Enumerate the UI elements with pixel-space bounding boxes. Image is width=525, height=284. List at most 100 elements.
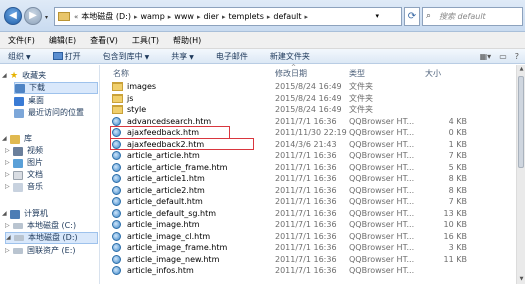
documents-icon <box>13 170 23 180</box>
vertical-scrollbar[interactable]: ▲ ▼ <box>516 65 525 284</box>
nav-downloads[interactable]: 下载 <box>14 82 98 94</box>
file-row[interactable]: article_image_frame.htm 2011/7/1 16:36 QQB… <box>101 242 515 253</box>
share-button[interactable]: 共享 ▼ <box>171 51 194 62</box>
column-header-date[interactable]: 修改日期 <box>275 68 307 79</box>
menu-file[interactable]: 文件(F) <box>8 35 35 46</box>
breadcrumb-item[interactable]: templets <box>228 12 263 21</box>
breadcrumb-chevron-icon[interactable]: ▸ <box>222 13 226 21</box>
file-type: QQBrowser HT... <box>349 162 415 172</box>
column-header-type[interactable]: 类型 <box>349 68 365 79</box>
nav-libraries[interactable]: ◢ 库 <box>2 133 32 145</box>
search-icon: ⌕ <box>426 11 432 21</box>
include-in-library-button[interactable]: 包含到库中 ▼ <box>103 51 150 62</box>
email-button[interactable]: 电子邮件 <box>216 51 248 62</box>
organize-label: 组织 <box>8 51 24 61</box>
expand-chevron-icon[interactable]: ▷ <box>5 169 13 181</box>
expand-chevron-icon[interactable]: ▷ <box>5 157 13 169</box>
breadcrumb-chevron-icon[interactable]: ▸ <box>197 13 201 21</box>
file-row[interactable]: article_infos.htm 2011/7/1 16:36 QQBrowser… <box>101 265 515 276</box>
file-row[interactable]: article_article.htm 2011/7/1 16:36 QQBrows… <box>101 150 515 161</box>
file-row[interactable]: article_article1.htm 2011/7/1 16:36 QQBrow… <box>101 173 515 184</box>
file-row[interactable]: article_default.htm 2011/7/1 16:36 QQBrows… <box>101 196 515 207</box>
file-row[interactable]: article_image.htm 2011/7/1 16:36 QQBrowser… <box>101 219 515 230</box>
address-input[interactable]: « 本地磁盘 (D:) ▸ wamp ▸ www ▸ dier ▸ temple… <box>54 7 402 26</box>
breadcrumb-item[interactable]: dier <box>203 12 219 21</box>
file-name: images <box>127 82 157 91</box>
nav-videos[interactable]: ▷ 视频 <box>5 145 43 157</box>
file-size: 7 KB <box>448 197 467 206</box>
file-date: 2014/3/6 21:43 <box>275 139 337 149</box>
folder-row[interactable]: images 2015/8/24 16:49 文件夹 <box>101 81 515 92</box>
view-options-icon[interactable]: ▦▾ <box>480 52 492 61</box>
qqbrowser-html-icon <box>112 151 121 160</box>
nav-computer[interactable]: ◢ 计算机 <box>2 208 48 220</box>
expand-chevron-icon[interactable]: ▷ <box>5 181 13 193</box>
file-row[interactable]: article_default_sg.htm 2011/7/1 16:36 QQBr… <box>101 208 515 219</box>
expand-chevron-icon[interactable]: ▷ <box>5 220 13 232</box>
breadcrumb-chevron-icon[interactable]: ▸ <box>134 13 138 21</box>
help-icon[interactable]: ? <box>515 52 519 61</box>
folder-row[interactable]: js 2015/8/24 16:49 文件夹 <box>101 93 515 104</box>
folder-icon <box>112 105 123 114</box>
file-date: 2011/7/1 16:36 <box>275 116 337 126</box>
menu-view[interactable]: 查看(V) <box>90 35 118 46</box>
qqbrowser-html-icon <box>112 116 121 126</box>
expand-chevron-icon[interactable]: ◢ <box>6 232 14 244</box>
breadcrumb-chevron-icon[interactable]: ▸ <box>305 13 309 21</box>
nav-pictures[interactable]: ▷ 图片 <box>5 157 43 169</box>
nav-drive-d[interactable]: ◢ 本地磁盘 (D:) <box>5 232 98 244</box>
file-size: 8 KB <box>448 174 467 183</box>
file-row[interactable]: advancedsearch.htm 2011/7/1 16:36 QQBrowse… <box>101 116 515 127</box>
file-size: 3 KB <box>448 243 467 252</box>
address-bar-region: ◀ ▶ ▾ « 本地磁盘 (D:) ▸ wamp ▸ www ▸ dier ▸ … <box>0 0 525 32</box>
preview-pane-icon[interactable]: ▭ <box>499 52 507 61</box>
file-date: 2011/7/1 16:36 <box>275 162 337 172</box>
scroll-down-arrow-icon[interactable]: ▼ <box>517 275 525 284</box>
breadcrumb-item[interactable]: wamp <box>140 12 164 21</box>
file-row[interactable]: article_article_frame.htm 2011/7/1 16:36 Q… <box>101 162 515 173</box>
breadcrumb-item[interactable]: 本地磁盘 (D:) <box>81 11 131 22</box>
expand-chevron-icon[interactable]: ▷ <box>5 245 13 257</box>
refresh-button[interactable]: ⟳ <box>404 7 420 26</box>
expand-chevron-icon[interactable]: ◢ <box>2 70 10 82</box>
expand-chevron-icon[interactable]: ◢ <box>2 133 10 145</box>
column-header-name[interactable]: 名称 <box>113 68 129 79</box>
organize-button[interactable]: 组织 ▼ <box>8 51 31 62</box>
nav-favorites[interactable]: ◢ ★ 收藏夹 <box>2 70 46 82</box>
file-type: QQBrowser HT... <box>349 128 415 137</box>
menu-tools[interactable]: 工具(T) <box>132 35 159 46</box>
new-folder-button[interactable]: 新建文件夹 <box>270 51 310 62</box>
address-history-chevron-down-icon[interactable]: ▾ <box>375 12 379 20</box>
breadcrumb-chevron-icon[interactable]: ▸ <box>168 13 172 21</box>
breadcrumb-item-current[interactable]: default <box>273 12 301 21</box>
forward-button[interactable]: ▶ <box>24 7 42 25</box>
menu-edit[interactable]: 编辑(E) <box>49 35 76 46</box>
search-input[interactable]: ⌕ 搜索 default <box>422 7 523 26</box>
file-date: 2011/7/1 16:36 <box>275 266 337 275</box>
recent-pages-dropdown[interactable]: ▾ <box>45 14 48 21</box>
menu-help[interactable]: 帮助(H) <box>173 35 201 46</box>
file-row[interactable]: article_image_cl.htm 2011/7/1 16:36 QQBrow… <box>101 231 515 242</box>
nav-music[interactable]: ▷ 音乐 <box>5 181 43 193</box>
breadcrumb-item[interactable]: www <box>174 12 194 21</box>
nav-label: 文档 <box>27 170 43 179</box>
nav-drive-c[interactable]: ▷ 本地磁盘 (C:) <box>5 220 76 232</box>
expand-chevron-icon[interactable]: ◢ <box>2 208 10 220</box>
open-button[interactable]: 打开 <box>52 51 81 62</box>
expand-chevron-icon[interactable]: ▷ <box>5 145 13 157</box>
file-size: 16 KB <box>443 231 467 241</box>
breadcrumb-chevron-icon[interactable]: ▸ <box>267 13 271 21</box>
nav-desktop[interactable]: 桌面 <box>14 95 44 107</box>
column-header-size[interactable]: 大小 <box>425 68 441 79</box>
nav-drive-e[interactable]: ▷ 国联资产 (E:) <box>5 245 76 257</box>
nav-recent-places[interactable]: 最近访问的位置 <box>14 107 84 119</box>
file-row[interactable]: article_article2.htm 2011/7/1 16:36 QQBrow… <box>101 185 515 196</box>
file-row[interactable]: article_image_new.htm 2011/7/1 16:36 QQBro… <box>101 254 515 265</box>
breadcrumb-root-chevron-icon[interactable]: « <box>74 13 78 21</box>
scroll-up-arrow-icon[interactable]: ▲ <box>517 65 525 74</box>
folder-row[interactable]: style 2015/8/24 16:49 文件夹 <box>101 104 515 115</box>
file-name: article_article2.htm <box>127 185 205 195</box>
scrollbar-thumb[interactable] <box>518 76 524 168</box>
nav-documents[interactable]: ▷ 文档 <box>5 169 43 181</box>
back-button[interactable]: ◀ <box>4 7 22 25</box>
